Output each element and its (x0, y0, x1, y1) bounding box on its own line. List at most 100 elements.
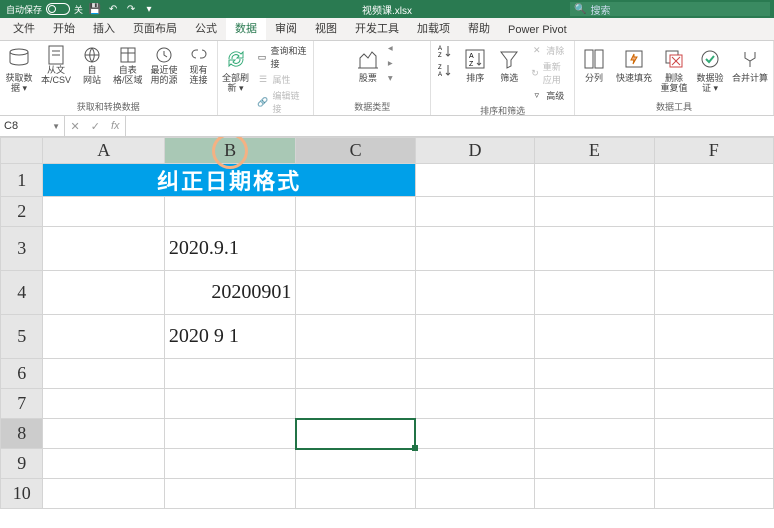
cell-B8[interactable] (164, 419, 296, 449)
edit-links-button[interactable]: 🔗 编辑链接 (255, 88, 311, 116)
cell-B3[interactable]: 2020.9.1 (164, 227, 296, 271)
qat-customize-icon[interactable]: ▾ (143, 3, 155, 15)
cell-C10[interactable] (296, 479, 415, 509)
cell-C5[interactable] (296, 315, 415, 359)
cell-E9[interactable] (535, 449, 654, 479)
cell-E3[interactable] (535, 227, 654, 271)
get-data-button[interactable]: 获取数 据 ▾ (3, 43, 35, 96)
tab-addins[interactable]: 加载项 (408, 16, 459, 40)
cell-A2[interactable] (43, 197, 164, 227)
cell-A3[interactable] (43, 227, 164, 271)
cell-F2[interactable] (654, 197, 773, 227)
cell-F7[interactable] (654, 389, 773, 419)
advanced-filter-button[interactable]: ▿ 高级 (528, 88, 571, 103)
scroll-left-icon[interactable]: ◂ (388, 43, 393, 54)
tab-home[interactable]: 开始 (44, 16, 84, 40)
cell-F6[interactable] (654, 359, 773, 389)
tab-help[interactable]: 帮助 (459, 16, 499, 40)
tab-dev[interactable]: 开发工具 (346, 16, 408, 40)
cell-E5[interactable] (535, 315, 654, 359)
name-box[interactable]: C8 ▼ (0, 116, 65, 136)
tab-file[interactable]: 文件 (4, 16, 44, 40)
recent-sources-button[interactable]: 最近使 用的源 (149, 43, 180, 88)
reapply-button[interactable]: ↻ 重新应用 (528, 59, 571, 87)
expand-icon[interactable]: ▾ (388, 73, 393, 84)
row-header-8[interactable]: 8 (1, 419, 43, 449)
cell-B2[interactable] (164, 197, 296, 227)
from-csv-button[interactable]: 从文 本/CSV (39, 43, 73, 88)
spreadsheet-grid[interactable]: A B C D E F 1 纠正日期格式 2 3 2020.9.1 (0, 137, 774, 528)
flash-fill-button[interactable]: 快速填充 (614, 43, 654, 86)
from-web-button[interactable]: 自 网站 (77, 43, 107, 88)
cell-B7[interactable] (164, 389, 296, 419)
cell-E10[interactable] (535, 479, 654, 509)
cell-F1[interactable] (654, 164, 773, 197)
cancel-icon[interactable]: ✕ (71, 120, 80, 133)
select-all-corner[interactable] (1, 138, 43, 164)
existing-connections-button[interactable]: 现有 连接 (184, 43, 214, 88)
cell-A10[interactable] (43, 479, 164, 509)
cell-E6[interactable] (535, 359, 654, 389)
tab-view[interactable]: 视图 (306, 16, 346, 40)
search-box[interactable]: 🔍 搜索 (570, 2, 770, 16)
cell-A4[interactable] (43, 271, 164, 315)
row-header-1[interactable]: 1 (1, 164, 43, 197)
cell-A9[interactable] (43, 449, 164, 479)
tab-powerpivot[interactable]: Power Pivot (499, 20, 576, 40)
tab-formulas[interactable]: 公式 (186, 16, 226, 40)
cell-D1[interactable] (415, 164, 534, 197)
stocks-button[interactable]: 股票 (352, 43, 384, 86)
cell-E2[interactable] (535, 197, 654, 227)
cell-F4[interactable] (654, 271, 773, 315)
cell-B6[interactable] (164, 359, 296, 389)
cell-D2[interactable] (415, 197, 534, 227)
scroll-right-icon[interactable]: ▸ (388, 58, 393, 69)
cell-C9[interactable] (296, 449, 415, 479)
cell-F8[interactable] (654, 419, 773, 449)
text-to-columns-button[interactable]: 分列 (578, 43, 610, 86)
row-header-7[interactable]: 7 (1, 389, 43, 419)
autosave-toggle[interactable]: 自动保存 关 (6, 3, 83, 16)
properties-button[interactable]: ☰ 属性 (255, 72, 311, 87)
row-header-3[interactable]: 3 (1, 227, 43, 271)
data-validation-button[interactable]: 数据验 证 ▾ (694, 43, 726, 96)
row-header-4[interactable]: 4 (1, 271, 43, 315)
cell-F3[interactable] (654, 227, 773, 271)
cell-A6[interactable] (43, 359, 164, 389)
cell-F10[interactable] (654, 479, 773, 509)
cell-C7[interactable] (296, 389, 415, 419)
cell-B4[interactable]: 20200901 (164, 271, 296, 315)
cell-C8[interactable] (296, 419, 415, 449)
toggle-icon[interactable] (46, 3, 70, 15)
cell-F5[interactable] (654, 315, 773, 359)
cell-D6[interactable] (415, 359, 534, 389)
row-header-5[interactable]: 5 (1, 315, 43, 359)
cell-D7[interactable] (415, 389, 534, 419)
sort-desc-button[interactable]: ZA (434, 62, 456, 79)
clear-filter-button[interactable]: ✕ 清除 (528, 43, 571, 58)
refresh-all-button[interactable]: 全部刷 新 ▾ (221, 43, 251, 96)
sort-button[interactable]: AZ 排序 (460, 43, 490, 86)
name-box-dropdown-icon[interactable]: ▼ (52, 122, 60, 131)
row-header-9[interactable]: 9 (1, 449, 43, 479)
fx-icon[interactable]: fx (111, 120, 120, 132)
cell-A1-merged[interactable]: 纠正日期格式 (43, 164, 415, 197)
cell-D10[interactable] (415, 479, 534, 509)
consolidate-button[interactable]: 合并计算 (730, 43, 770, 86)
cell-C6[interactable] (296, 359, 415, 389)
cell-C4[interactable] (296, 271, 415, 315)
redo-icon[interactable]: ↷ (125, 3, 137, 15)
cell-C3[interactable] (296, 227, 415, 271)
cell-A5[interactable] (43, 315, 164, 359)
undo-icon[interactable]: ↶ (107, 3, 119, 15)
cell-A7[interactable] (43, 389, 164, 419)
row-header-2[interactable]: 2 (1, 197, 43, 227)
cell-E4[interactable] (535, 271, 654, 315)
row-header-6[interactable]: 6 (1, 359, 43, 389)
cell-B9[interactable] (164, 449, 296, 479)
col-header-C[interactable]: C (296, 138, 415, 164)
cell-E1[interactable] (535, 164, 654, 197)
queries-connections-button[interactable]: ▭ 查询和连接 (255, 43, 311, 71)
cell-E8[interactable] (535, 419, 654, 449)
cell-B10[interactable] (164, 479, 296, 509)
